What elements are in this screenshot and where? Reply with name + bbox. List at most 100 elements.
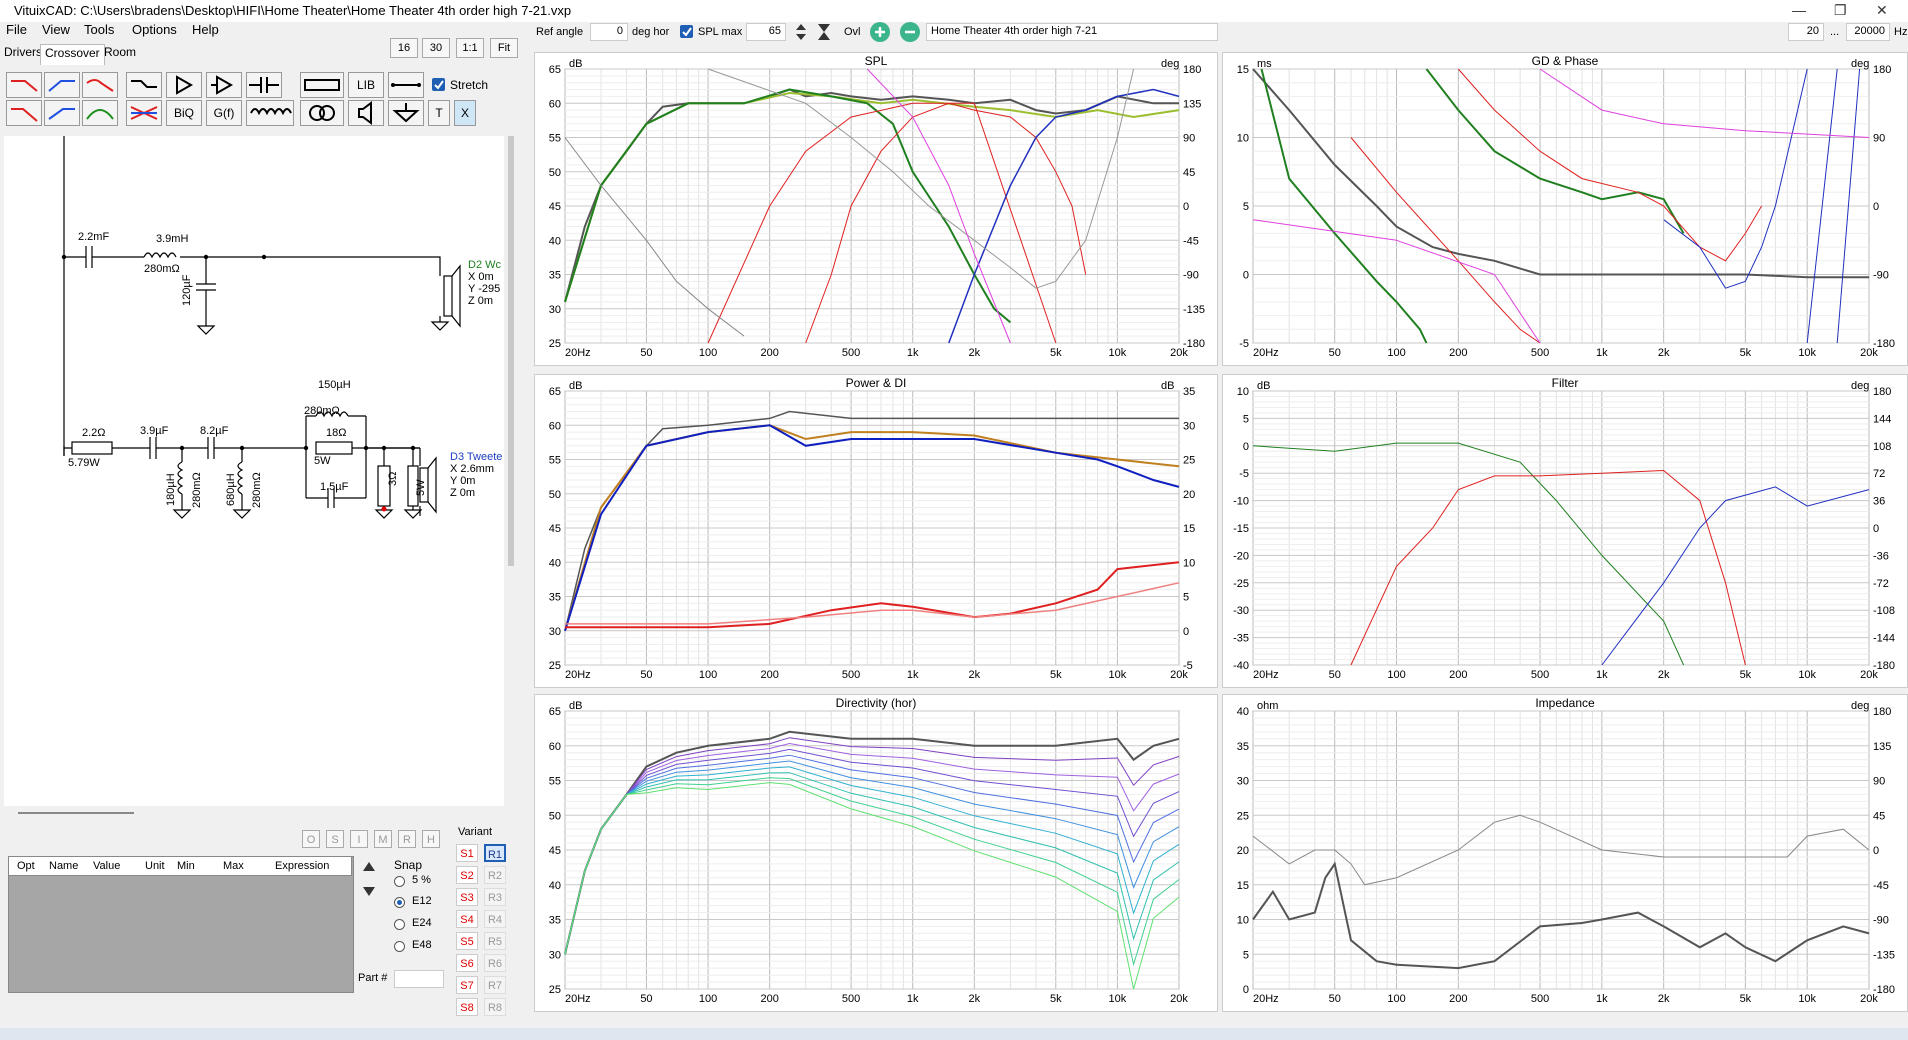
y-tick-label: 5	[1243, 949, 1249, 961]
y2-tick-label: -135	[1873, 949, 1895, 961]
y-tick-label: 60	[549, 741, 561, 753]
param-m-button[interactable]: M	[374, 830, 392, 848]
impedance-graph-title: Impedance	[1535, 696, 1595, 710]
schematic-hscrollbar[interactable]	[18, 812, 134, 814]
variant-r1-button[interactable]: R1	[484, 844, 506, 862]
menu-tools[interactable]: Tools	[84, 22, 114, 37]
schematic-vscrollbar[interactable]	[508, 136, 514, 566]
variant-s5-button[interactable]: S5	[456, 932, 478, 950]
lowpass-2-tool-icon[interactable]	[82, 72, 118, 98]
y-tick-label: 35	[1237, 741, 1249, 753]
maximize-icon[interactable]: ❐	[1834, 2, 1847, 19]
spl-max-input[interactable]: 65	[746, 23, 786, 41]
project-name-input[interactable]: Home Theater 4th order high 7-21	[926, 23, 1218, 41]
remove-overlay-icon[interactable]	[900, 22, 920, 42]
zoom-fit-button[interactable]: Fit	[490, 38, 518, 58]
variant-r8-button[interactable]: R8	[484, 998, 506, 1016]
col-name: Name	[49, 860, 79, 872]
variant-s7-button[interactable]: S7	[456, 976, 478, 994]
variant-r5-button[interactable]: R5	[484, 932, 506, 950]
wire-tool-icon[interactable]	[388, 72, 424, 98]
variant-r7-button[interactable]: R7	[484, 976, 506, 994]
param-h-button[interactable]: H	[422, 830, 440, 848]
filter-graph[interactable]: Filter 10 180 5 144 0 108 -5 72 -10 36 -15 0 -20 -36-…	[1222, 374, 1908, 688]
x-tick-label: 500	[842, 669, 860, 681]
add-overlay-icon[interactable]	[870, 22, 890, 42]
transfer-function-button[interactable]: G(f)	[206, 100, 242, 126]
directivity-graph[interactable]: Directivity (hor) 65 60 55 50 45 40 35 30 25 dB 20…	[534, 694, 1218, 1012]
zoom-1to1-button[interactable]: 1:1	[456, 38, 484, 58]
param-r-button[interactable]: R	[398, 830, 416, 848]
l4-label: 150µH	[318, 379, 351, 391]
variant-s2-button[interactable]: S2	[456, 866, 478, 884]
param-o-button[interactable]: O	[302, 830, 320, 848]
zoom-16-button[interactable]: 16	[390, 38, 418, 58]
text-tool-button[interactable]: T	[428, 100, 450, 126]
x-tick-label: 200	[1449, 669, 1467, 681]
tab-room[interactable]: Room	[100, 44, 140, 64]
y-tick-label: 45	[549, 523, 561, 535]
menu-file[interactable]: File	[6, 22, 27, 37]
variant-s1-button[interactable]: S1	[456, 844, 478, 862]
variant-r4-button[interactable]: R4	[484, 910, 506, 928]
spl-graph[interactable]: SPL 65 180 60 135 55 90 50 45 45 0 40 -45 35 -90 30 -13…	[534, 52, 1218, 366]
freq-min-input[interactable]: 20	[1788, 23, 1824, 41]
part-number-input[interactable]	[394, 970, 444, 988]
buffer-tool-icon[interactable]	[166, 72, 202, 98]
menu-options[interactable]: Options	[132, 22, 177, 37]
snap-e12-radio[interactable]	[394, 897, 405, 908]
move-down-icon[interactable]	[360, 882, 378, 900]
impedance-graph[interactable]: Impedance 40 180 35 135 30 90 25 45 20 0 15 -45 10 -9…	[1222, 694, 1908, 1012]
param-s-button[interactable]: S	[326, 830, 344, 848]
biquad-button[interactable]: BiQ	[166, 100, 202, 126]
shelf-tool-icon[interactable]	[126, 72, 162, 98]
variant-s6-button[interactable]: S6	[456, 954, 478, 972]
freq-max-input[interactable]: 20000	[1846, 23, 1890, 41]
library-button[interactable]: LIB	[348, 72, 384, 98]
resistor-tool-icon[interactable]	[300, 72, 344, 98]
amplifier-tool-icon[interactable]	[206, 72, 242, 98]
menu-view[interactable]: View	[42, 22, 70, 37]
lowpass-3-tool-icon[interactable]	[6, 100, 42, 126]
transformer-tool-icon[interactable]	[300, 100, 344, 126]
highpass-2-tool-icon[interactable]	[44, 100, 80, 126]
schematic-canvas[interactable]: 2.2mF 3.9mH 280mΩ 120µF D2 Wc X 0m Y -29…	[4, 136, 504, 806]
param-i-button[interactable]: I	[350, 830, 368, 848]
x-tick-label: 5k	[1740, 347, 1752, 359]
lowpass-1-tool-icon[interactable]	[6, 72, 42, 98]
delete-tool-button[interactable]: X	[454, 100, 476, 126]
spl-stepper-icon[interactable]	[794, 22, 808, 42]
x-tick-label: 5k	[1050, 669, 1062, 681]
parameter-table[interactable]	[8, 856, 354, 993]
ref-angle-input[interactable]: 0	[590, 23, 628, 41]
variant-r6-button[interactable]: R6	[484, 954, 506, 972]
speaker-tool-icon[interactable]	[348, 100, 384, 126]
inductor-tool-icon[interactable]	[246, 100, 294, 126]
spl-max-label: SPL max	[698, 26, 743, 38]
snap-e24-radio[interactable]	[394, 919, 405, 930]
power-di-graph[interactable]: Power & DI 65 35 60 30 55 25 50 20 45 15 40 10 35 5 30…	[534, 374, 1218, 688]
menu-help[interactable]: Help	[192, 22, 219, 37]
snap-e48-radio[interactable]	[394, 941, 405, 952]
variant-r3-button[interactable]: R3	[484, 888, 506, 906]
capacitor-tool-icon[interactable]	[246, 72, 282, 98]
bandpass-tool-icon[interactable]	[82, 100, 118, 126]
highpass-1-tool-icon[interactable]	[44, 72, 80, 98]
zoom-vertical-icon[interactable]	[816, 22, 832, 42]
minimize-icon[interactable]: —	[1792, 2, 1806, 18]
variant-s8-button[interactable]: S8	[456, 998, 478, 1016]
spl-max-checkbox[interactable]	[680, 25, 693, 38]
move-up-icon[interactable]	[360, 858, 378, 876]
notch-tool-icon[interactable]	[126, 100, 162, 126]
ground-tool-icon[interactable]	[388, 100, 424, 126]
stretch-checkbox[interactable]	[432, 78, 445, 91]
close-icon[interactable]: ✕	[1876, 2, 1888, 19]
snap-5pct-radio[interactable]	[394, 876, 405, 887]
taskbar	[0, 1028, 1908, 1040]
tab-crossover[interactable]: Crossover	[40, 44, 105, 65]
variant-r2-button[interactable]: R2	[484, 866, 506, 884]
variant-s4-button[interactable]: S4	[456, 910, 478, 928]
gd-phase-graph[interactable]: GD & Phase 15 180 10 90 5 0 0 -90 -5 -180 ms deg 20H…	[1222, 52, 1908, 366]
variant-s3-button[interactable]: S3	[456, 888, 478, 906]
zoom-30-button[interactable]: 30	[422, 38, 450, 58]
